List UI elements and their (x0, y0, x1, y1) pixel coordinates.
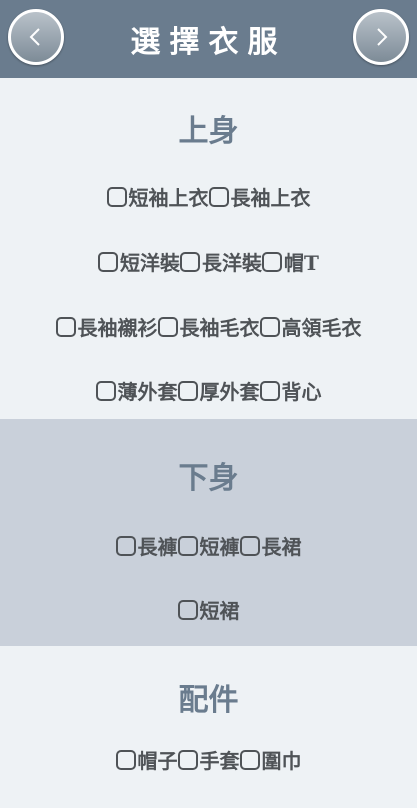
option-label: 長袖上衣 (230, 186, 311, 210)
option-row: 短袖上衣 長袖上衣 (0, 182, 417, 211)
option-label: 長洋裝 (202, 251, 263, 275)
checkbox[interactable] (115, 749, 136, 770)
checkbox[interactable] (239, 535, 260, 556)
checkbox[interactable] (115, 535, 136, 556)
chevron-left-icon (29, 28, 40, 46)
option-heavy-jacket[interactable]: 厚外套 (177, 376, 260, 405)
option-label: 長褲 (137, 535, 178, 559)
checkbox[interactable] (239, 749, 260, 770)
option-long-skirt[interactable]: 長裙 (239, 531, 302, 560)
option-short-dress[interactable]: 短洋裝 (98, 247, 180, 276)
option-label: 圍巾 (261, 749, 302, 773)
checkbox[interactable] (177, 380, 198, 401)
checkbox[interactable] (95, 380, 116, 401)
checkbox[interactable] (180, 251, 201, 272)
chevron-right-icon (377, 28, 388, 46)
option-scarf[interactable]: 圍巾 (239, 745, 302, 774)
option-row: 長袖襯衫 長袖毛衣 高領毛衣 (0, 312, 417, 341)
option-label: 長袖毛衣 (179, 316, 260, 340)
checkbox[interactable] (259, 316, 280, 337)
option-label: 手套 (199, 749, 240, 773)
checkbox[interactable] (98, 251, 119, 272)
option-gloves[interactable]: 手套 (177, 745, 240, 774)
tops-section: 上身 短袖上衣 長袖上衣 短洋裝 長洋裝 帽T 長袖襯衫 長袖毛衣 高領毛衣 薄… (0, 78, 417, 419)
option-turtleneck[interactable]: 高領毛衣 (259, 312, 362, 341)
checkbox[interactable] (55, 316, 76, 337)
option-label: 短裙 (199, 599, 240, 623)
next-button[interactable] (353, 9, 409, 65)
option-label: 長裙 (261, 535, 302, 559)
option-label: 短洋裝 (120, 251, 181, 275)
option-long-sleeve-top[interactable]: 長袖上衣 (208, 182, 311, 211)
bottoms-section: 下身 長褲 短褲 長裙 短裙 (0, 419, 417, 646)
option-label: 長袖襯衫 (77, 316, 158, 340)
option-hoodie[interactable]: 帽T (262, 247, 319, 276)
accessories-section: 配件 帽子 手套 圍巾 (0, 646, 417, 808)
option-row: 短裙 (0, 595, 417, 624)
page-title: 選擇衣服 (130, 25, 287, 60)
option-label: 短袖上衣 (128, 186, 209, 210)
back-button[interactable] (8, 9, 64, 65)
section-title-accessories: 配件 (178, 683, 239, 718)
option-label: 薄外套 (117, 380, 178, 404)
option-label: 帽子 (137, 749, 178, 773)
option-label: 高領毛衣 (281, 316, 362, 340)
checkbox[interactable] (177, 535, 198, 556)
option-row: 短洋裝 長洋裝 帽T (0, 247, 417, 276)
section-title-tops: 上身 (178, 114, 239, 149)
option-long-dress[interactable]: 長洋裝 (180, 247, 262, 276)
option-long-sleeve-sweater[interactable]: 長袖毛衣 (157, 312, 260, 341)
checkbox[interactable] (106, 186, 127, 207)
header-bar: 選擇衣服 (0, 0, 417, 78)
checkbox[interactable] (157, 316, 178, 337)
option-hat[interactable]: 帽子 (115, 745, 178, 774)
option-row: 薄外套 厚外套 背心 (0, 376, 417, 405)
option-label: 背心 (281, 380, 322, 404)
checkbox[interactable] (208, 186, 229, 207)
option-vest[interactable]: 背心 (259, 376, 322, 405)
checkbox[interactable] (177, 599, 198, 620)
option-row: 帽子 手套 圍巾 (0, 745, 417, 774)
option-short-sleeve-top[interactable]: 短袖上衣 (106, 182, 209, 211)
checkbox[interactable] (259, 380, 280, 401)
option-light-jacket[interactable]: 薄外套 (95, 376, 178, 405)
option-long-pants[interactable]: 長褲 (115, 531, 178, 560)
checkbox[interactable] (262, 251, 283, 272)
checkbox[interactable] (177, 749, 198, 770)
section-title-bottoms: 下身 (178, 461, 239, 496)
option-label: 厚外套 (199, 380, 260, 404)
option-label: 短褲 (199, 535, 240, 559)
option-short-skirt[interactable]: 短裙 (177, 595, 240, 624)
option-shorts[interactable]: 短褲 (177, 531, 240, 560)
option-long-sleeve-shirt[interactable]: 長袖襯衫 (55, 312, 158, 341)
option-label: 帽T (284, 251, 319, 275)
option-row: 長褲 短褲 長裙 (0, 531, 417, 560)
